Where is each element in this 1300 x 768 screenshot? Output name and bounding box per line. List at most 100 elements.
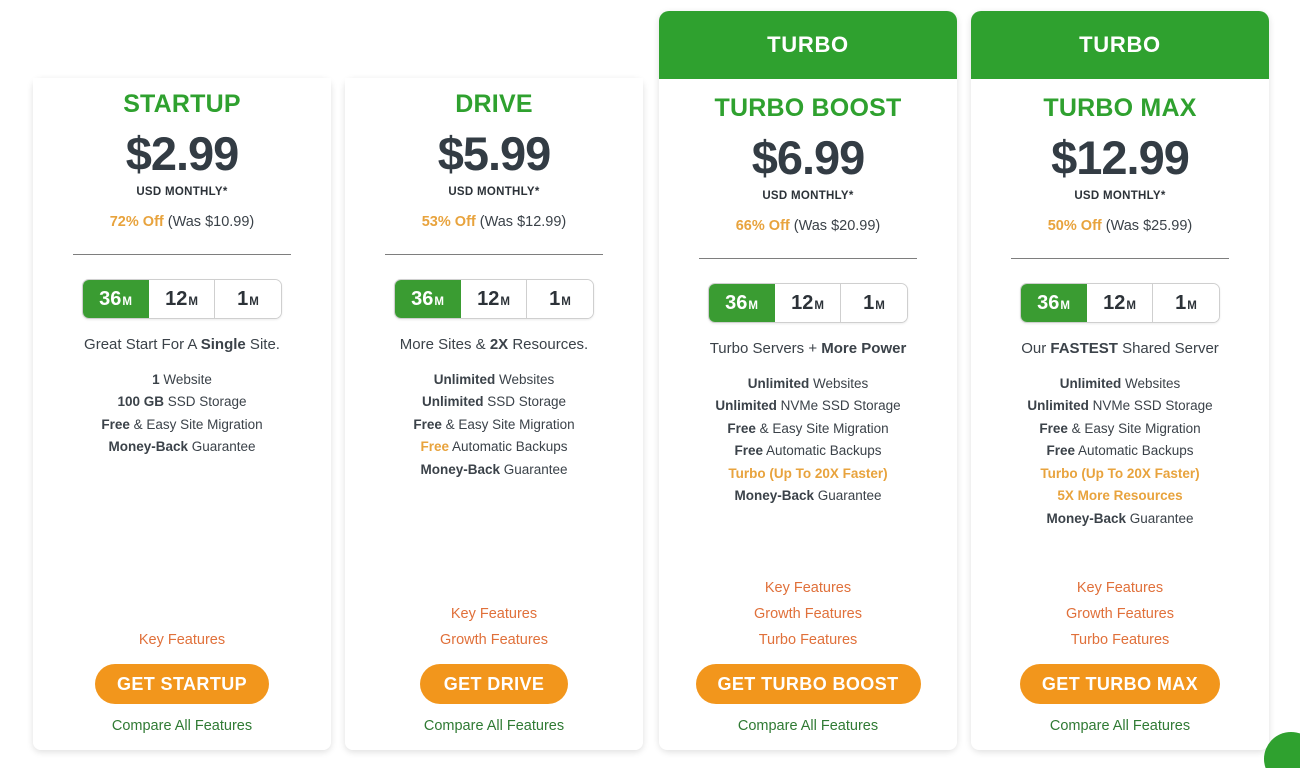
term-option-1m[interactable]: 1M: [841, 283, 907, 322]
text-fragment: Resources.: [508, 335, 589, 353]
feature-list: Unlimited Websites Unlimited NVMe SSD Sto…: [673, 376, 943, 504]
term-unit: M: [500, 295, 510, 308]
plan-price: $6.99: [751, 130, 866, 184]
feature-item: Money-Back Guarantee: [734, 488, 881, 504]
cta-button-startup[interactable]: GET STARTUP: [94, 664, 270, 704]
term-unit: M: [122, 295, 132, 308]
feature-item: Turbo (Up To 20X Faster): [1040, 466, 1199, 482]
ribbon-label: TURBO: [1079, 32, 1161, 57]
term-option-1m[interactable]: 1M: [527, 279, 593, 318]
feature-link-growth-features[interactable]: Growth Features: [440, 632, 548, 648]
cta-button-turbo-boost[interactable]: GET TURBO BOOST: [695, 664, 921, 704]
cta-button-drive[interactable]: GET DRIVE: [420, 664, 568, 704]
feature-item: Money-Back Guarantee: [420, 462, 567, 478]
term-option-36m[interactable]: 36 M: [395, 279, 461, 318]
term-unit: M: [1187, 299, 1197, 312]
plan-card-body: TURBO MAX $12.99 USD MONTHLY* 50% Off (Was …: [971, 79, 1269, 750]
text-fragment: NVMe SSD Storage: [776, 398, 901, 414]
plan-name: DRIVE: [455, 90, 533, 118]
feature-link-key-features[interactable]: Key Features: [451, 606, 537, 622]
text-fragment: & Easy Site Migration: [1067, 420, 1201, 436]
text-fragment: Free: [101, 416, 130, 432]
term-unit: M: [748, 299, 758, 312]
feature-link-key-features[interactable]: Key Features: [139, 632, 225, 648]
plan-price: $2.99: [125, 126, 240, 180]
original-price: (Was $20.99): [789, 217, 881, 234]
text-fragment: Free: [413, 416, 442, 432]
feature-link-key-features[interactable]: Key Features: [1077, 580, 1163, 596]
text-fragment: SSD Storage: [483, 394, 567, 410]
term-selector: 36 M 12 M 1 M: [1020, 282, 1220, 323]
feature-item: Money-Back Guarantee: [1046, 511, 1193, 527]
text-fragment: Guarantee: [813, 488, 882, 504]
term-number: 12: [165, 287, 188, 310]
feature-links: Key Features: [47, 632, 317, 648]
feature-item: 100 GB SSD Storage: [117, 394, 246, 410]
feature-item: Free & Easy Site Migration: [1039, 421, 1200, 437]
text-fragment: Automatic Backups: [448, 439, 568, 455]
plan-card-turbo-max: TURBO TURBO MAX $12.99 USD MONTHLY* 50% Off …: [971, 11, 1269, 750]
term-option-12m[interactable]: 12 M: [1087, 283, 1153, 322]
feature-item: 5X More Resources: [1057, 488, 1182, 504]
feature-link-turbo-features[interactable]: Turbo Features: [1071, 632, 1170, 648]
plan-tagline: More Sites & 2X Resources.: [400, 336, 588, 353]
compare-all-features-link[interactable]: Compare All Features: [112, 718, 252, 734]
pricing-table: STARTUP $2.99 USD MONTHLY* 72% Off (Was $10…: [0, 0, 1300, 768]
text-fragment: Websites: [809, 375, 869, 391]
feature-link-growth-features[interactable]: Growth Features: [754, 606, 862, 622]
term-number: 12: [1103, 291, 1126, 314]
original-price: (Was $25.99): [1101, 217, 1193, 234]
text-fragment: Turbo Servers +: [709, 339, 822, 357]
price-unit-label: USD MONTHLY*: [136, 185, 228, 198]
feature-item: Unlimited NVMe SSD Storage: [715, 398, 900, 414]
term-option-1m[interactable]: 1M: [1153, 283, 1219, 322]
term-selector: 36 M 12 M 1 M: [82, 278, 282, 319]
term-option-12m[interactable]: 12 M: [461, 279, 527, 318]
text-fragment: SSD Storage: [163, 394, 247, 410]
feature-item: 1 Website: [152, 372, 212, 388]
term-option-12m[interactable]: 12 M: [775, 283, 841, 322]
feature-link-turbo-features[interactable]: Turbo Features: [759, 632, 858, 648]
divider: [699, 257, 917, 259]
feature-item: Free Automatic Backups: [1046, 443, 1193, 459]
compare-all-features-link[interactable]: Compare All Features: [424, 718, 564, 734]
feature-item: Money-Back Guarantee: [108, 439, 255, 455]
text-fragment: NVMe SSD Storage: [1088, 398, 1213, 414]
plan-name: TURBO MAX: [1043, 94, 1197, 122]
ribbon-label: TURBO: [767, 32, 849, 57]
term-option-36m[interactable]: 36 M: [1021, 283, 1087, 322]
plan-tagline: Turbo Servers + More Power: [710, 340, 907, 357]
price-unit-label: USD MONTHLY*: [1074, 189, 1166, 202]
term-unit: M: [814, 299, 824, 312]
text-fragment: Money-Back: [734, 488, 814, 504]
plan-card-body: TURBO BOOST $6.99 USD MONTHLY* 66% Off (Was…: [659, 79, 957, 750]
compare-all-features-link[interactable]: Compare All Features: [1050, 718, 1190, 734]
term-option-36m[interactable]: 36 M: [709, 283, 775, 322]
term-option-12m[interactable]: 12 M: [149, 279, 215, 318]
discount-percent: 72% Off: [109, 213, 164, 230]
term-number: 1: [863, 291, 875, 314]
term-option-1m[interactable]: 1M: [215, 279, 281, 318]
text-fragment: Websites: [495, 371, 555, 387]
text-fragment: FASTEST: [1050, 339, 1118, 357]
feature-link-growth-features[interactable]: Growth Features: [1066, 606, 1174, 622]
term-unit: M: [249, 295, 259, 308]
divider: [73, 253, 291, 255]
cta-button-turbo-max[interactable]: GET TURBO MAX: [1019, 664, 1221, 704]
feature-item: Unlimited Websites: [434, 372, 555, 388]
chat-bubble-icon[interactable]: [1264, 732, 1300, 768]
term-number: 36: [1037, 291, 1060, 314]
text-fragment: More Sites &: [399, 335, 490, 353]
term-option-36m[interactable]: 36 M: [83, 279, 149, 318]
text-fragment: & Easy Site Migration: [441, 416, 575, 432]
text-fragment: More Power: [821, 339, 907, 357]
plan-price: $12.99: [1051, 130, 1190, 184]
text-fragment: Guarantee: [187, 439, 256, 455]
text-fragment: 1: [152, 371, 160, 387]
term-unit: M: [561, 295, 571, 308]
term-number: 1: [549, 287, 561, 310]
plan-card-turbo-boost: TURBO TURBO BOOST $6.99 USD MONTHLY* 66% Off…: [659, 11, 957, 750]
feature-link-key-features[interactable]: Key Features: [765, 580, 851, 596]
compare-all-features-link[interactable]: Compare All Features: [738, 718, 878, 734]
discount-row: 66% Off (Was $20.99): [736, 218, 881, 234]
